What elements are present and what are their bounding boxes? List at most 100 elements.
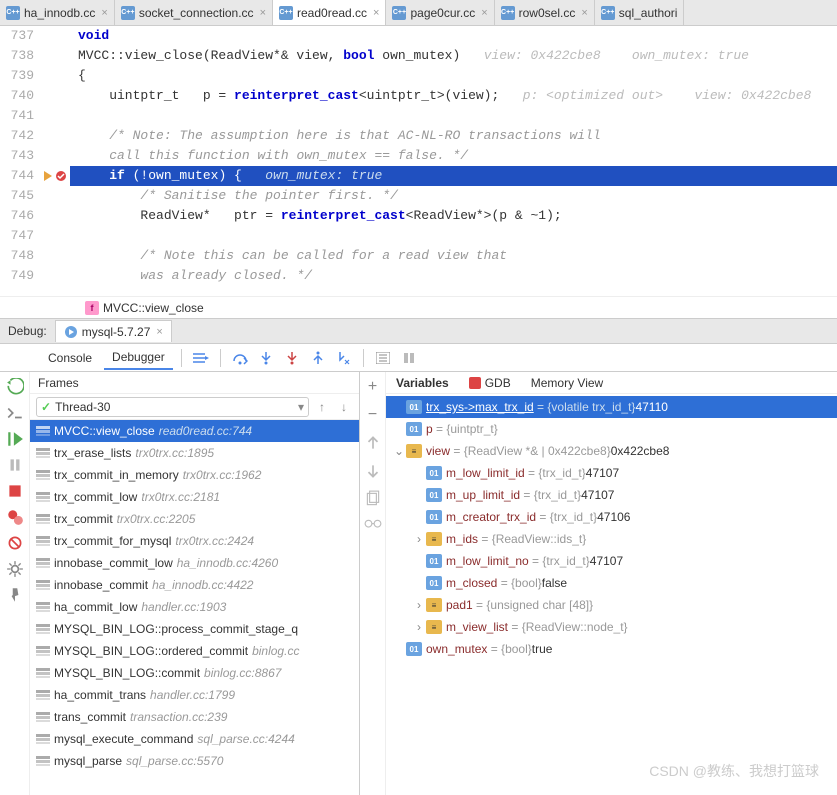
file-tab[interactable]: C++read0read.cc× xyxy=(273,0,386,25)
file-tab[interactable]: C++row0sel.cc× xyxy=(495,0,595,25)
copy-icon[interactable] xyxy=(364,490,382,508)
file-tab[interactable]: C++socket_connection.cc× xyxy=(115,0,273,25)
frame-row[interactable]: ha_commit_trans handler.cc:1799 xyxy=(30,684,359,706)
tab-debugger[interactable]: Debugger xyxy=(104,346,173,370)
step-out-icon[interactable] xyxy=(307,347,329,369)
variable-row[interactable]: 01m_creator_trx_id = {trx_id_t} 47106 xyxy=(386,506,837,528)
variable-row[interactable]: ›≡m_view_list = {ReadView::node_t} xyxy=(386,616,837,638)
close-icon[interactable]: × xyxy=(260,7,266,19)
down-icon[interactable] xyxy=(364,462,382,480)
frame-row[interactable]: trx_commit trx0trx.cc:2205 xyxy=(30,508,359,530)
expander-icon[interactable]: ⌄ xyxy=(392,444,406,458)
force-step-into-icon[interactable] xyxy=(281,347,303,369)
show-exec-icon[interactable] xyxy=(190,347,212,369)
code-line[interactable] xyxy=(70,226,837,246)
next-frame-icon[interactable]: ↓ xyxy=(335,398,353,416)
code-line[interactable]: uintptr_t p = reinterpret_cast<uintptr_t… xyxy=(70,86,837,106)
step-into-icon[interactable] xyxy=(255,347,277,369)
add-watch-icon[interactable]: + xyxy=(364,378,382,396)
frame-row[interactable]: MYSQL_BIN_LOG::ordered_commit binlog.cc xyxy=(30,640,359,662)
variable-row[interactable]: 01p = {uintptr_t} xyxy=(386,418,837,440)
stop-icon[interactable] xyxy=(6,482,24,500)
variable-row[interactable]: 01trx_sys->max_trx_id = {volatile trx_id… xyxy=(386,396,837,418)
debug-label: Debug: xyxy=(0,324,55,338)
code-line[interactable]: was already closed. */ xyxy=(70,266,837,286)
resume-icon[interactable] xyxy=(6,430,24,448)
rerun-icon[interactable] xyxy=(6,378,24,396)
code-area[interactable]: voidMVCC::view_close(ReadView*& view, bo… xyxy=(70,26,837,296)
variable-row[interactable]: ›≡m_ids = {ReadView::ids_t} xyxy=(386,528,837,550)
stack-icon xyxy=(36,668,50,678)
expander-icon[interactable]: › xyxy=(412,532,426,546)
code-line[interactable]: /* Note this can be called for a read vi… xyxy=(70,246,837,266)
marker-gutter xyxy=(40,26,70,296)
frame-row[interactable]: MYSQL_BIN_LOG::process_commit_stage_q xyxy=(30,618,359,640)
code-line[interactable] xyxy=(70,106,837,126)
close-icon[interactable]: × xyxy=(581,7,587,19)
close-icon[interactable]: × xyxy=(101,7,107,19)
tab-gdb[interactable]: GDB xyxy=(459,376,521,390)
file-tab[interactable]: C++sql_authori xyxy=(595,0,685,25)
tab-variables[interactable]: Variables xyxy=(386,376,459,390)
pin-icon[interactable] xyxy=(6,586,24,604)
tab-memory[interactable]: Memory View xyxy=(521,376,613,390)
code-line[interactable]: /* Sanitise the pointer first. */ xyxy=(70,186,837,206)
variable-row[interactable]: 01own_mutex = {bool} true xyxy=(386,638,837,660)
mute-breakpoints-icon[interactable] xyxy=(6,534,24,552)
variables-tree[interactable]: 01trx_sys->max_trx_id = {volatile trx_id… xyxy=(386,394,837,795)
prev-frame-icon[interactable]: ↑ xyxy=(313,398,331,416)
frame-row[interactable]: ha_commit_low handler.cc:1903 xyxy=(30,596,359,618)
settings-icon[interactable] xyxy=(398,347,420,369)
glasses-icon[interactable] xyxy=(364,518,382,536)
frame-row[interactable]: trx_commit_in_memory trx0trx.cc:1962 xyxy=(30,464,359,486)
pause-icon[interactable] xyxy=(6,456,24,474)
frame-row[interactable]: trx_commit_low trx0trx.cc:2181 xyxy=(30,486,359,508)
evaluate-icon[interactable] xyxy=(372,347,394,369)
frame-row[interactable]: mysql_parse sql_parse.cc:5570 xyxy=(30,750,359,772)
code-line[interactable]: MVCC::view_close(ReadView*& view, bool o… xyxy=(70,46,837,66)
thread-selector[interactable]: ✓ Thread-30 ▾ xyxy=(36,397,309,417)
remove-watch-icon[interactable]: − xyxy=(364,406,382,424)
configure-icon[interactable] xyxy=(6,404,24,422)
code-editor[interactable]: 737738739740741742743744745746747748749 … xyxy=(0,26,837,296)
frame-list[interactable]: MVCC::view_close read0read.cc:744trx_era… xyxy=(30,420,359,795)
variable-row[interactable]: 01m_low_limit_no = {trx_id_t} 47107 xyxy=(386,550,837,572)
frame-row[interactable]: trx_commit_for_mysql trx0trx.cc:2424 xyxy=(30,530,359,552)
type-badge: 01 xyxy=(406,400,422,414)
up-icon[interactable] xyxy=(364,434,382,452)
close-icon[interactable]: × xyxy=(373,7,379,19)
frame-row[interactable]: MYSQL_BIN_LOG::commit binlog.cc:8867 xyxy=(30,662,359,684)
debug-session-tab[interactable]: mysql-5.7.27 × xyxy=(55,320,172,342)
file-tab[interactable]: C++ha_innodb.cc× xyxy=(0,0,115,25)
breakpoint-icon[interactable] xyxy=(55,170,67,182)
variable-row[interactable]: 01m_closed = {bool} false xyxy=(386,572,837,594)
code-line[interactable]: call this function with own_mutex == fal… xyxy=(70,146,837,166)
tab-console[interactable]: Console xyxy=(40,347,100,369)
frame-row[interactable]: MVCC::view_close read0read.cc:744 xyxy=(30,420,359,442)
step-over-icon[interactable] xyxy=(229,347,251,369)
run-to-cursor-icon[interactable] xyxy=(333,347,355,369)
variable-row[interactable]: 01m_up_limit_id = {trx_id_t} 47107 xyxy=(386,484,837,506)
frame-row[interactable]: trx_erase_lists trx0trx.cc:1895 xyxy=(30,442,359,464)
close-icon[interactable]: × xyxy=(156,326,162,338)
variable-row[interactable]: 01m_low_limit_id = {trx_id_t} 47107 xyxy=(386,462,837,484)
frame-row[interactable]: trans_commit transaction.cc:239 xyxy=(30,706,359,728)
expander-icon[interactable]: › xyxy=(412,598,426,612)
cpp-icon: C++ xyxy=(121,6,135,20)
close-icon[interactable]: × xyxy=(481,7,487,19)
view-breakpoints-icon[interactable] xyxy=(6,508,24,526)
frame-row[interactable]: mysql_execute_command sql_parse.cc:4244 xyxy=(30,728,359,750)
file-tab[interactable]: C++page0cur.cc× xyxy=(386,0,494,25)
frame-row[interactable]: innobase_commit_low ha_innodb.cc:4260 xyxy=(30,552,359,574)
code-line[interactable]: if (!own_mutex) { own_mutex: true xyxy=(70,166,837,186)
code-line[interactable]: /* Note: The assumption here is that AC-… xyxy=(70,126,837,146)
variable-row[interactable]: ⌄≡view = {ReadView *& | 0x422cbe8} 0x422… xyxy=(386,440,837,462)
code-line[interactable]: void xyxy=(70,26,837,46)
code-line[interactable]: { xyxy=(70,66,837,86)
frame-row[interactable]: innobase_commit ha_innodb.cc:4422 xyxy=(30,574,359,596)
code-line[interactable]: ReadView* ptr = reinterpret_cast<ReadVie… xyxy=(70,206,837,226)
vars-toolbar: + − xyxy=(360,372,386,795)
variable-row[interactable]: ›≡pad1 = {unsigned char [48]} xyxy=(386,594,837,616)
settings-gear-icon[interactable] xyxy=(6,560,24,578)
expander-icon[interactable]: › xyxy=(412,620,426,634)
